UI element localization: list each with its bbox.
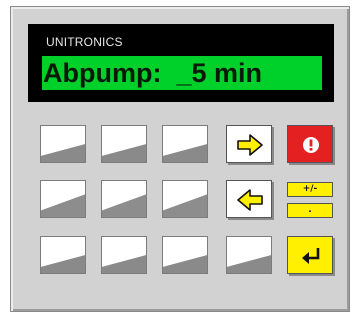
blank-key-5[interactable] — [101, 180, 147, 218]
blank-key-6[interactable] — [162, 180, 208, 218]
right-arrow-key[interactable] — [226, 125, 272, 163]
left-arrow-icon — [237, 189, 263, 211]
blank-key-4[interactable] — [40, 180, 86, 218]
plus-minus-key[interactable]: +/- — [287, 182, 333, 197]
blank-key-10[interactable] — [226, 236, 272, 274]
right-arrow-icon — [237, 134, 263, 156]
blank-key-9[interactable] — [162, 236, 208, 274]
brand-label: UNITRONICS — [46, 35, 123, 49]
enter-key[interactable] — [287, 236, 333, 274]
alarm-icon — [303, 137, 319, 153]
blank-key-8[interactable] — [101, 236, 147, 274]
blank-key-3[interactable] — [162, 125, 208, 163]
enter-icon — [302, 248, 320, 264]
blank-key-1[interactable] — [40, 125, 86, 163]
left-arrow-key[interactable] — [226, 180, 272, 218]
lcd-display: Abpump: _5 min — [42, 56, 322, 90]
alarm-key[interactable] — [287, 125, 333, 163]
display-bezel: UNITRONICS Abpump: _5 min — [28, 24, 334, 102]
decimal-point-key[interactable]: . — [287, 203, 333, 218]
blank-key-7[interactable] — [40, 236, 86, 274]
blank-key-2[interactable] — [101, 125, 147, 163]
